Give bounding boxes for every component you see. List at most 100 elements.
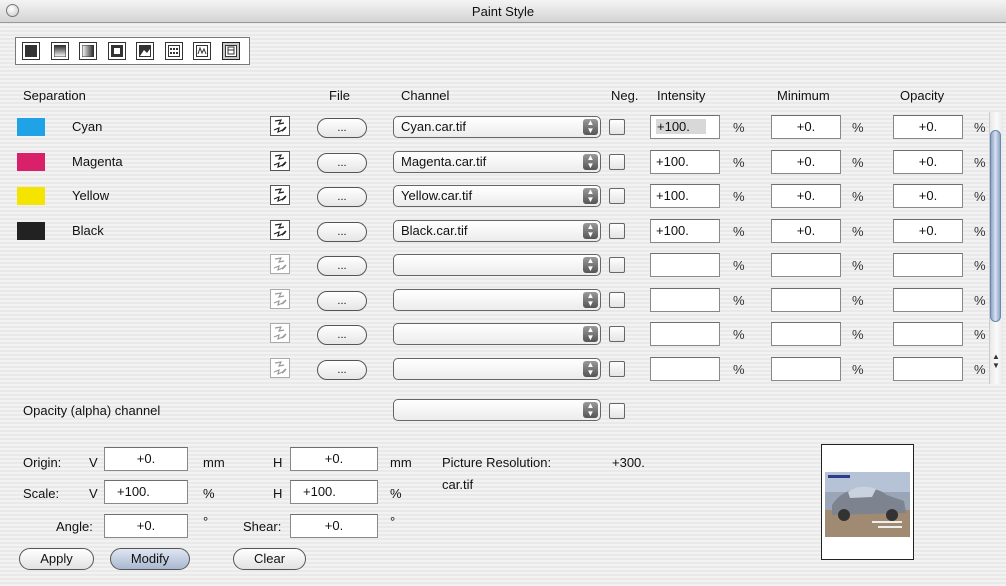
opacity-field[interactable] <box>893 356 963 381</box>
origin-h-field[interactable]: +0. <box>290 447 378 471</box>
edit-separation-button[interactable] <box>270 357 290 378</box>
scale-label: Scale: <box>23 486 60 501</box>
pen-edit-icon <box>272 118 288 134</box>
intensity-unit: % <box>733 361 745 377</box>
scale-v-field[interactable]: +100. <box>104 480 188 504</box>
choose-file-button[interactable]: ... <box>317 152 367 173</box>
channel-select[interactable]: Cyan.car.tif ▲ ▼ <box>393 116 601 138</box>
tool-button-7[interactable] <box>193 42 211 60</box>
channel-select[interactable]: ▲ ▼ <box>393 288 601 311</box>
apply-button[interactable]: Apply <box>19 548 94 570</box>
minimum-field[interactable]: +0. <box>771 184 841 208</box>
select-arrows-icon: ▲ ▼ <box>583 222 598 239</box>
choose-file-button[interactable]: ... <box>317 118 367 138</box>
gradient-radial-icon <box>110 45 123 57</box>
channel-select[interactable]: ▲ ▼ <box>393 357 601 380</box>
intensity-field[interactable]: +100. <box>650 218 720 243</box>
opacity-field[interactable] <box>893 287 963 312</box>
edit-separation-button[interactable] <box>270 219 290 240</box>
origin-v-label: V <box>89 455 98 470</box>
angle-label: Angle: <box>56 519 93 534</box>
choose-file-button[interactable]: ... <box>317 359 367 380</box>
tool-button-6[interactable] <box>164 42 183 60</box>
separation-name: Cyan <box>72 119 103 134</box>
select-arrows-icon: ▲ ▼ <box>583 257 598 273</box>
shear-unit: ° <box>390 514 396 529</box>
shear-field[interactable]: +0. <box>290 514 378 538</box>
solid-fill-icon <box>25 45 37 57</box>
edit-separation-button[interactable] <box>270 150 290 171</box>
channel-select[interactable]: Magenta.car.tif ▲ ▼ <box>393 150 601 173</box>
separation-name: Black <box>72 222 104 238</box>
color-swatch <box>17 118 45 136</box>
intensity-field[interactable] <box>650 322 720 346</box>
neg-checkbox[interactable] <box>609 153 625 170</box>
tool-button-3[interactable] <box>79 42 97 60</box>
edit-separation-button[interactable] <box>270 323 290 343</box>
channel-select[interactable]: Yellow.car.tif ▲ ▼ <box>393 185 601 207</box>
opacity-field[interactable]: +0. <box>893 149 963 174</box>
minimum-field[interactable]: +0. <box>771 115 841 139</box>
choose-file-button[interactable]: ... <box>317 256 367 276</box>
scrollbar-thumb[interactable] <box>990 130 1001 322</box>
image-fill-icon <box>139 45 151 57</box>
choose-file-button[interactable]: ... <box>317 290 367 311</box>
opacity-field[interactable]: +0. <box>893 115 963 139</box>
intensity-field[interactable] <box>650 287 720 312</box>
tool-button-8[interactable] <box>221 42 240 60</box>
tool-button-4[interactable] <box>107 42 126 60</box>
neg-checkbox[interactable] <box>609 291 625 308</box>
clear-button[interactable]: Clear <box>233 548 306 570</box>
intensity-unit: % <box>733 223 745 239</box>
neg-checkbox[interactable] <box>609 257 625 273</box>
intensity-value: +100. <box>656 222 689 238</box>
opacity-field[interactable]: +0. <box>893 184 963 208</box>
minimum-field[interactable] <box>771 322 841 346</box>
intensity-unit: % <box>733 189 745 204</box>
origin-v-field[interactable]: +0. <box>104 447 188 471</box>
edit-separation-button[interactable] <box>270 288 290 309</box>
angle-field[interactable]: +0. <box>104 514 188 538</box>
tool-button-1[interactable] <box>22 42 40 60</box>
intensity-field[interactable] <box>650 356 720 381</box>
intensity-field[interactable]: +100. <box>650 115 720 139</box>
tool-button-5[interactable] <box>136 42 154 60</box>
intensity-field[interactable] <box>650 253 720 277</box>
channel-select[interactable]: Black.car.tif ▲ ▼ <box>393 219 601 242</box>
choose-file-button[interactable]: ... <box>317 187 367 207</box>
minimum-field[interactable]: +0. <box>771 149 841 174</box>
opacity-field[interactable] <box>893 322 963 346</box>
minimum-field[interactable] <box>771 253 841 277</box>
waveform-icon <box>196 45 208 57</box>
neg-checkbox[interactable] <box>609 360 625 377</box>
picture-preview <box>821 444 914 560</box>
select-arrows-icon: ▲ ▼ <box>583 360 598 377</box>
scroll-arrows[interactable]: ▲ ▼ <box>991 352 1001 382</box>
neg-checkbox[interactable] <box>609 326 625 342</box>
neg-checkbox[interactable] <box>609 119 625 135</box>
channel-value: Cyan.car.tif <box>401 119 467 134</box>
opacity-field[interactable]: +0. <box>893 218 963 243</box>
minimum-unit: % <box>852 223 864 239</box>
channel-select[interactable]: ▲ ▼ <box>393 323 601 345</box>
header-channel: Channel <box>401 88 450 103</box>
tool-button-2[interactable] <box>50 42 69 60</box>
alpha-neg-checkbox[interactable] <box>609 403 625 419</box>
choose-file-button[interactable]: ... <box>317 221 367 242</box>
edit-separation-button[interactable] <box>270 116 290 136</box>
modify-button[interactable]: Modify <box>110 548 190 570</box>
minimum-field[interactable]: +0. <box>771 218 841 243</box>
neg-checkbox[interactable] <box>609 188 625 204</box>
intensity-field[interactable]: +100. <box>650 184 720 208</box>
intensity-field[interactable]: +100. <box>650 149 720 174</box>
alpha-channel-select[interactable]: ▲ ▼ <box>393 399 601 421</box>
edit-separation-button[interactable] <box>270 254 290 274</box>
channel-select[interactable]: ▲ ▼ <box>393 254 601 276</box>
scale-h-field[interactable]: +100. <box>290 480 378 504</box>
choose-file-button[interactable]: ... <box>317 325 367 345</box>
edit-separation-button[interactable] <box>270 185 290 205</box>
opacity-field[interactable] <box>893 253 963 277</box>
minimum-field[interactable] <box>771 287 841 312</box>
minimum-field[interactable] <box>771 356 841 381</box>
neg-checkbox[interactable] <box>609 222 625 239</box>
